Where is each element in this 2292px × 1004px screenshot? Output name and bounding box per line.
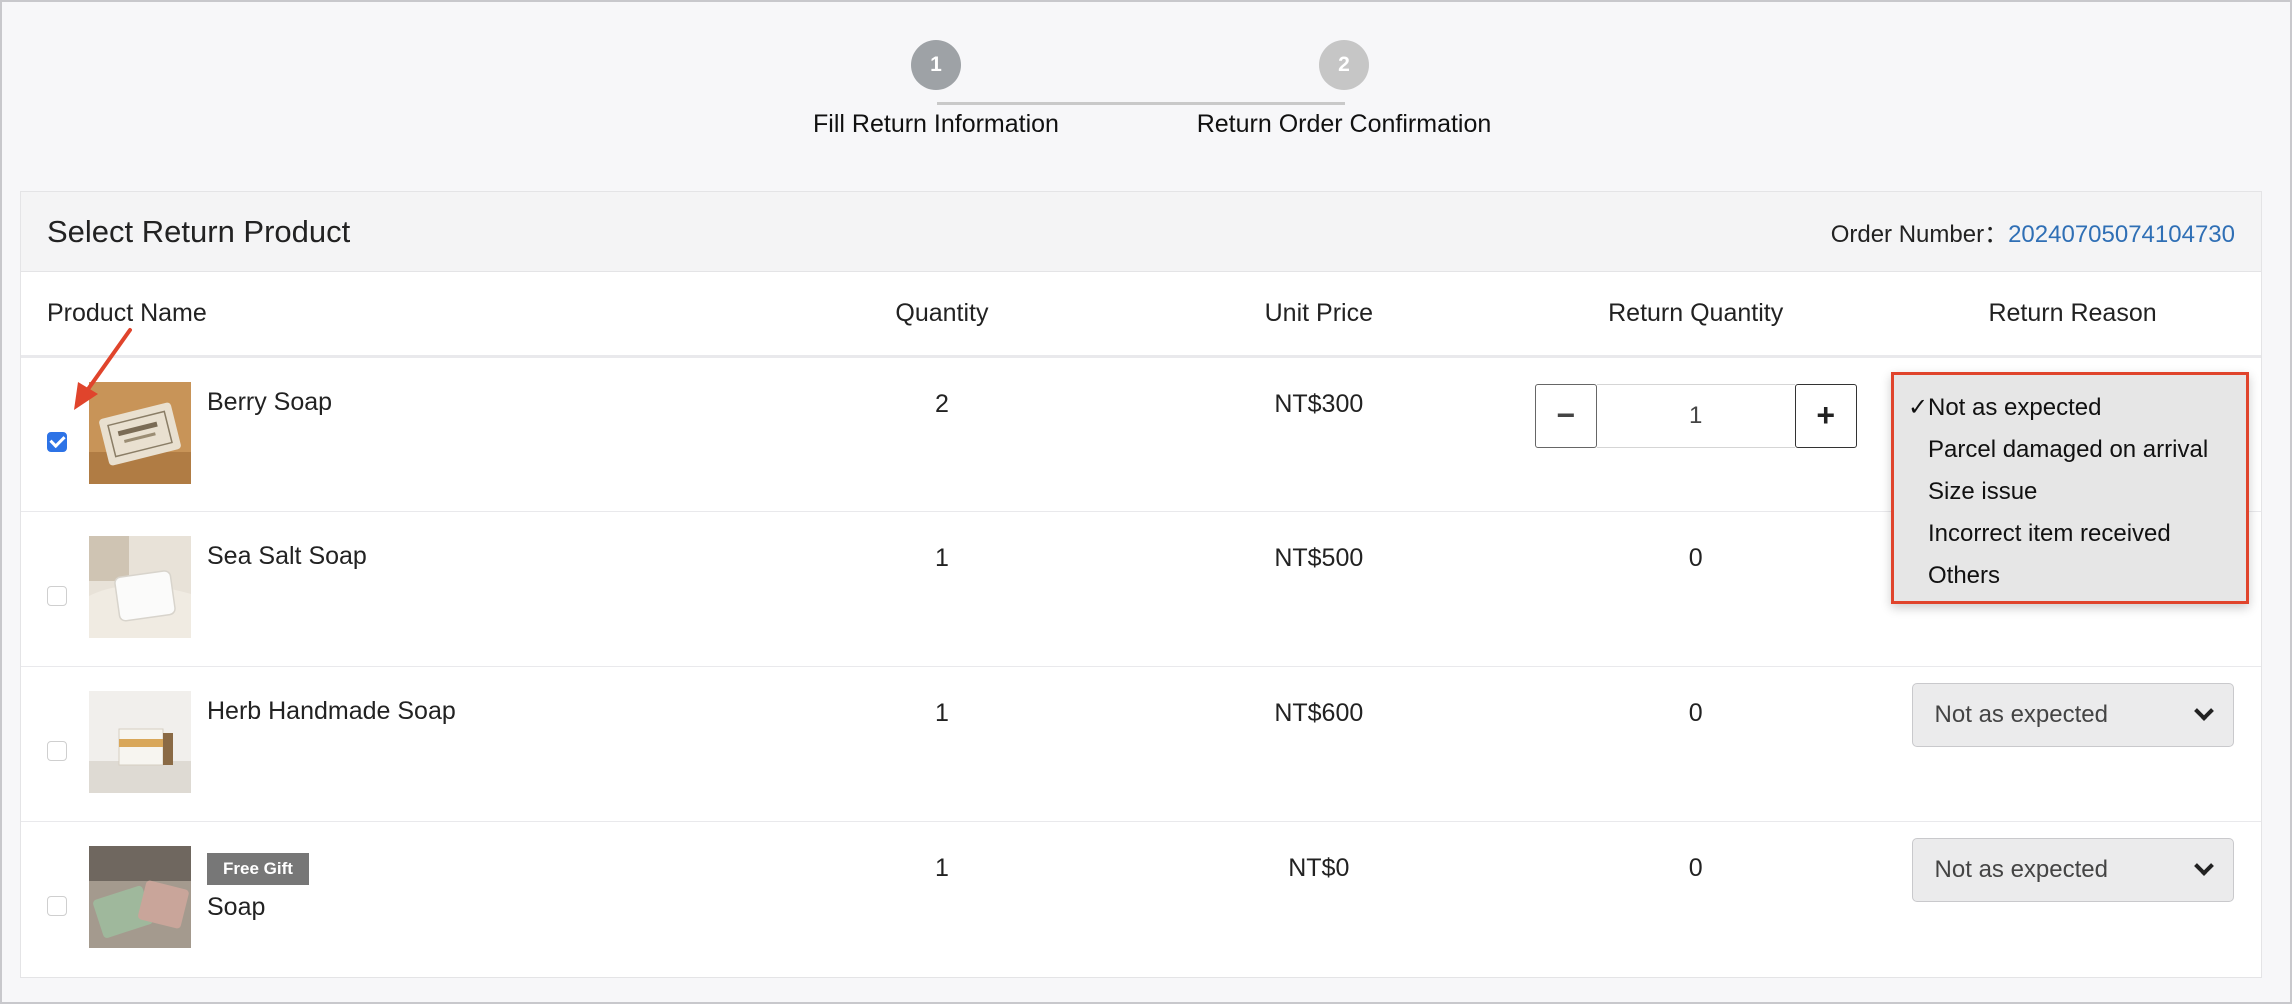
step-number-2: 2 (1319, 40, 1369, 90)
column-header-quantity: Quantity (753, 272, 1131, 358)
product-name: Herb Handmade Soap (207, 696, 456, 725)
return-reason-select[interactable]: Not as expected (1911, 682, 2234, 747)
table-row: Free Gift Soap 1 NT$0 0 Not as expected (21, 821, 2261, 976)
return-reason-select[interactable]: Not as expected (1911, 837, 2234, 902)
column-header-return-quantity: Return Quantity (1507, 272, 1885, 358)
quantity-cell: 1 (934, 543, 949, 572)
table-header-row: Product Name Quantity Unit Price Return … (21, 272, 2261, 358)
dropdown-option-others[interactable]: Others (1908, 555, 2246, 597)
product-image-soap (89, 845, 191, 948)
unit-price-cell: NT$500 (1274, 543, 1364, 572)
card-header: Select Return Product Order Number：20240… (21, 192, 2261, 272)
return-quantity-stepper: − 1 + (1534, 383, 1857, 448)
annotation-arrow-icon (74, 328, 132, 410)
order-number-link[interactable]: 20240705074104730 (2008, 221, 2235, 248)
return-quantity-cell: 0 (1688, 698, 1703, 727)
dropdown-option-parcel-damaged[interactable]: Parcel damaged on arrival (1908, 429, 2246, 471)
chevron-down-icon (2193, 855, 2214, 876)
order-info: Order Number：20240705074104730 (1831, 214, 2235, 249)
select-checkbox[interactable] (47, 431, 67, 452)
unit-price-cell: NT$600 (1274, 698, 1364, 727)
product-cell: Free Gift Soap (21, 821, 754, 976)
table-row: Herb Handmade Soap 1 NT$600 0 Not as exp… (21, 666, 2261, 821)
select-checkbox[interactable] (47, 895, 67, 916)
product-name: Sea Salt Soap (207, 541, 367, 570)
product-image-herb-handmade-soap (89, 690, 191, 793)
product-name: Soap (207, 892, 266, 921)
column-header-unit-price: Unit Price (1130, 272, 1508, 358)
return-reason-dropdown: ✓ Not as expected Parcel damaged on arriv… (1891, 372, 2249, 604)
quantity-cell: 1 (934, 698, 949, 727)
increase-quantity-button[interactable]: + (1794, 383, 1857, 448)
checkmark-icon: ✓ (1908, 394, 1929, 421)
decrease-quantity-button[interactable]: − (1534, 383, 1597, 448)
step-label-1: Fill Return Information (813, 110, 1059, 138)
product-cell: Herb Handmade Soap (21, 666, 754, 821)
return-reason-value: Not as expected (1934, 700, 2108, 728)
return-reason-value: Not as expected (1934, 855, 2108, 883)
select-checkbox[interactable] (47, 585, 67, 606)
step-label-2: Return Order Confirmation (1196, 110, 1492, 138)
dropdown-option-size-issue[interactable]: Size issue (1908, 471, 2246, 513)
dropdown-option-incorrect-item[interactable]: Incorrect item received (1908, 513, 2246, 555)
return-quantity-cell: 0 (1688, 543, 1703, 572)
product-image-sea-salt-soap (89, 535, 191, 638)
return-reason-cell: Not as expected (1884, 666, 2261, 821)
select-checkbox[interactable] (47, 740, 67, 761)
progress-stepper: 1 Fill Return Information 2 Return Order… (0, 40, 2292, 150)
unit-price-cell: NT$0 (1288, 853, 1350, 882)
step-fill-return-information: 1 Fill Return Information (726, 40, 1146, 139)
free-gift-badge: Free Gift (207, 852, 309, 885)
return-quantity-input[interactable]: 1 (1596, 383, 1795, 448)
return-quantity-cell: − 1 + (1507, 356, 1884, 511)
return-quantity-cell: 0 (1688, 853, 1703, 882)
quantity-cell: 1 (934, 853, 949, 882)
return-reason-cell: Not as expected (1884, 821, 2261, 976)
unit-price-cell: NT$300 (1274, 389, 1364, 418)
card-title: Select Return Product (47, 213, 351, 249)
dropdown-option-not-as-expected[interactable]: ✓ Not as expected (1908, 387, 2246, 429)
step-number-1: 1 (911, 40, 961, 90)
chevron-down-icon (2193, 700, 2214, 721)
product-name: Berry Soap (207, 387, 333, 416)
order-number-label: Order Number： (1830, 221, 2009, 248)
quantity-cell: 2 (934, 389, 949, 418)
product-cell: Sea Salt Soap (21, 511, 754, 666)
step-return-order-confirmation: 2 Return Order Confirmation (1134, 40, 1554, 139)
column-header-return-reason: Return Reason (1884, 272, 2261, 358)
